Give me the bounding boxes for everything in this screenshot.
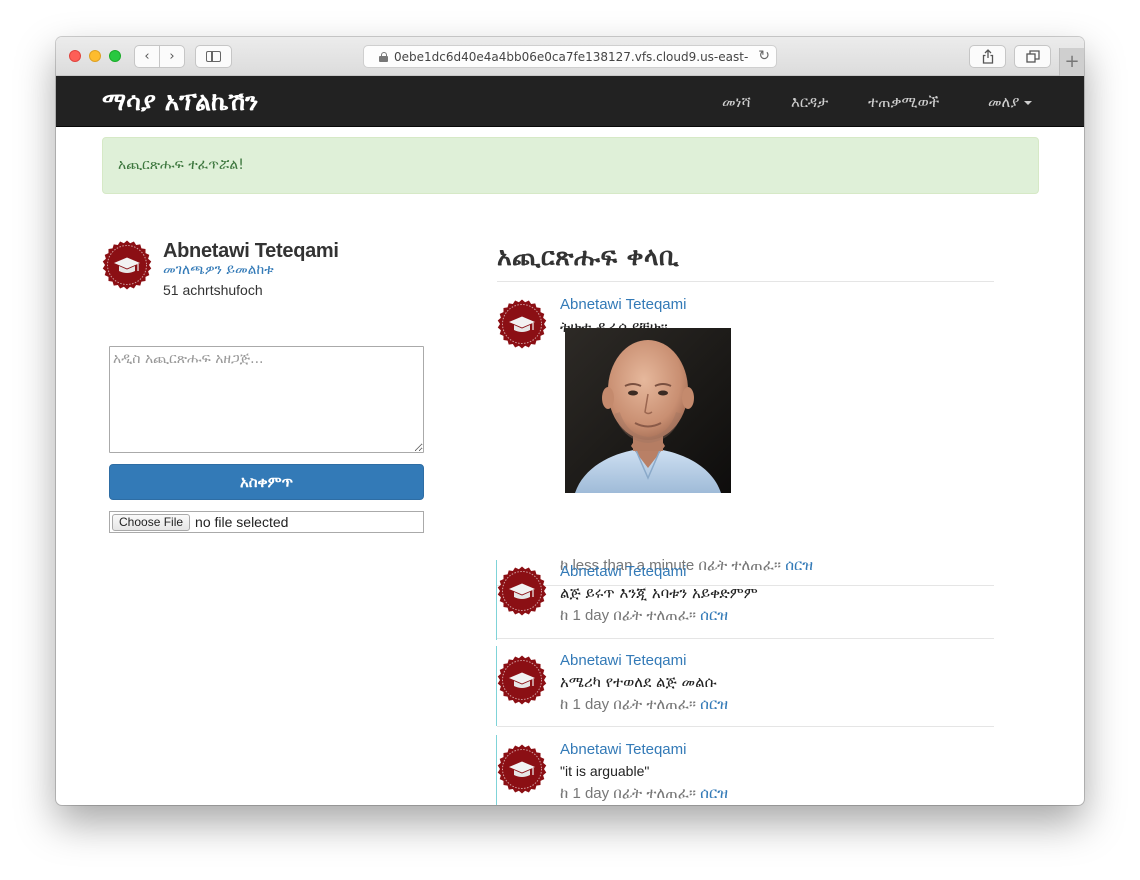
graduation-cap-icon (497, 566, 547, 616)
nav-account-label: መለያ (988, 93, 1020, 111)
post-button[interactable]: አስቀምጥ (109, 464, 424, 500)
choose-file-button[interactable]: Choose File (112, 513, 191, 531)
browser-titlebar: ‹ › 0ebe1dc6d40e4a4bb06e0ca7fe138127.vfs… (56, 37, 1084, 76)
site-navbar: ማሳያ አፕልኬሽን መነሻ እርዳታ ተጠቃሚወች መለያ (56, 76, 1084, 127)
post-avatar[interactable] (497, 655, 547, 705)
micropost-count: 51 achrtshufoch (163, 282, 263, 298)
address-bar[interactable]: 0ebe1dc6d40e4a4bb06e0ca7fe138127.vfs.clo… (363, 45, 777, 68)
file-status: no file selected (195, 514, 289, 530)
sidebar-toggle-button[interactable] (195, 45, 232, 68)
reload-icon[interactable]: ↻ (758, 48, 770, 64)
tab-overview-button[interactable] (1014, 45, 1051, 68)
success-alert: አጪርጽሑፍ ተፈጥሯል! (102, 137, 1039, 194)
history-nav: ‹ › (134, 45, 185, 68)
post-image (565, 328, 731, 493)
new-tab-button[interactable]: + (1059, 48, 1084, 76)
post-time-text: ከ 1 day በፊት ተለጠፈ። (560, 696, 696, 713)
zoom-window-button[interactable] (109, 50, 121, 62)
post-divider (497, 726, 994, 727)
post-content: አሜሪካ የተወለደ ልጅ መልሱ (560, 673, 717, 691)
graduation-cap-icon (497, 299, 547, 349)
delete-post-link[interactable]: ሰርዝ (700, 696, 728, 713)
post-avatar[interactable] (497, 299, 547, 349)
view-profile-link[interactable]: መገለጫዎን ይመልከቱ (163, 262, 274, 278)
post-content: ልጅ ይሩጥ እንጂ አባቱን አይቀድምም (560, 584, 758, 602)
portrait-photo (565, 328, 731, 493)
post-author-link[interactable]: Abnetawi Teteqami (560, 741, 686, 758)
post-content: "it is arguable" (560, 763, 650, 779)
nav-account[interactable]: መለያ (988, 93, 1033, 111)
feed-title: አጪርጽሑፍ ቀላቢ (497, 242, 680, 271)
post-author-link[interactable]: Abnetawi Teteqami (560, 563, 686, 580)
post-author-link[interactable]: Abnetawi Teteqami (560, 652, 686, 669)
nav-home[interactable]: መነሻ (722, 93, 751, 111)
minimize-window-button[interactable] (89, 50, 101, 62)
url-text: 0ebe1dc6d40e4a4bb06e0ca7fe138127.vfs.clo… (394, 49, 749, 64)
delete-post-link[interactable]: ሰርዝ (700, 607, 728, 624)
user-name: Abnetawi Teteqami (163, 240, 339, 262)
tabs-icon (1025, 50, 1040, 63)
graduation-cap-icon (497, 744, 547, 794)
post-time-text: ከ 1 day በፊት ተለጠፈ። (560, 607, 696, 624)
post-timestamp: ከ 1 day በፊት ተለጠፈ። ሰርዝ (560, 696, 728, 713)
post-timestamp: ከ 1 day በፊት ተለጠፈ። ሰርዝ (560, 785, 728, 802)
post-avatar[interactable] (497, 566, 547, 616)
forward-icon[interactable]: › (160, 46, 184, 67)
micropost-content-input[interactable] (109, 346, 424, 453)
browser-window: ‹ › 0ebe1dc6d40e4a4bb06e0ca7fe138127.vfs… (56, 37, 1084, 805)
post-time-text: ከ 1 day በፊት ተለጠፈ። (560, 785, 696, 802)
graduation-cap-icon (497, 655, 547, 705)
caret-down-icon (1024, 100, 1033, 105)
delete-post-link[interactable]: ሰርዝ (700, 785, 728, 802)
sidebar-icon (206, 51, 221, 62)
site-logo[interactable]: ማሳያ አፕልኬሽን (102, 87, 258, 117)
nav-users[interactable]: ተጠቃሚወች (868, 93, 939, 111)
file-input[interactable]: Choose File no file selected (109, 511, 424, 533)
post-divider (497, 638, 994, 639)
post-timestamp: ከ 1 day በፊት ተለጠፈ። ሰርዝ (560, 607, 728, 624)
micropost: Abnetawi Teteqami ትሁቱ ዷራሲያቹሁ። ከ less tha… (497, 282, 994, 586)
share-button[interactable] (969, 45, 1006, 68)
back-icon[interactable]: ‹ (135, 46, 159, 67)
micropost: Abnetawi Teteqami "it is arguable" ከ 1 d… (496, 735, 994, 805)
graduation-cap-icon (102, 240, 152, 290)
user-avatar[interactable] (102, 240, 152, 290)
micropost: Abnetawi Teteqami አሜሪካ የተወለደ ልጅ መልሱ ከ 1 … (496, 646, 994, 727)
post-avatar[interactable] (497, 744, 547, 794)
micropost: Abnetawi Teteqami ልጅ ይሩጥ እንጂ አባቱን አይቀድምም… (496, 557, 994, 640)
nav-help[interactable]: እርዳታ (791, 93, 828, 111)
post-author-link[interactable]: Abnetawi Teteqami (560, 296, 686, 313)
share-icon (982, 49, 993, 64)
lock-icon (379, 52, 388, 62)
close-window-button[interactable] (69, 50, 81, 62)
